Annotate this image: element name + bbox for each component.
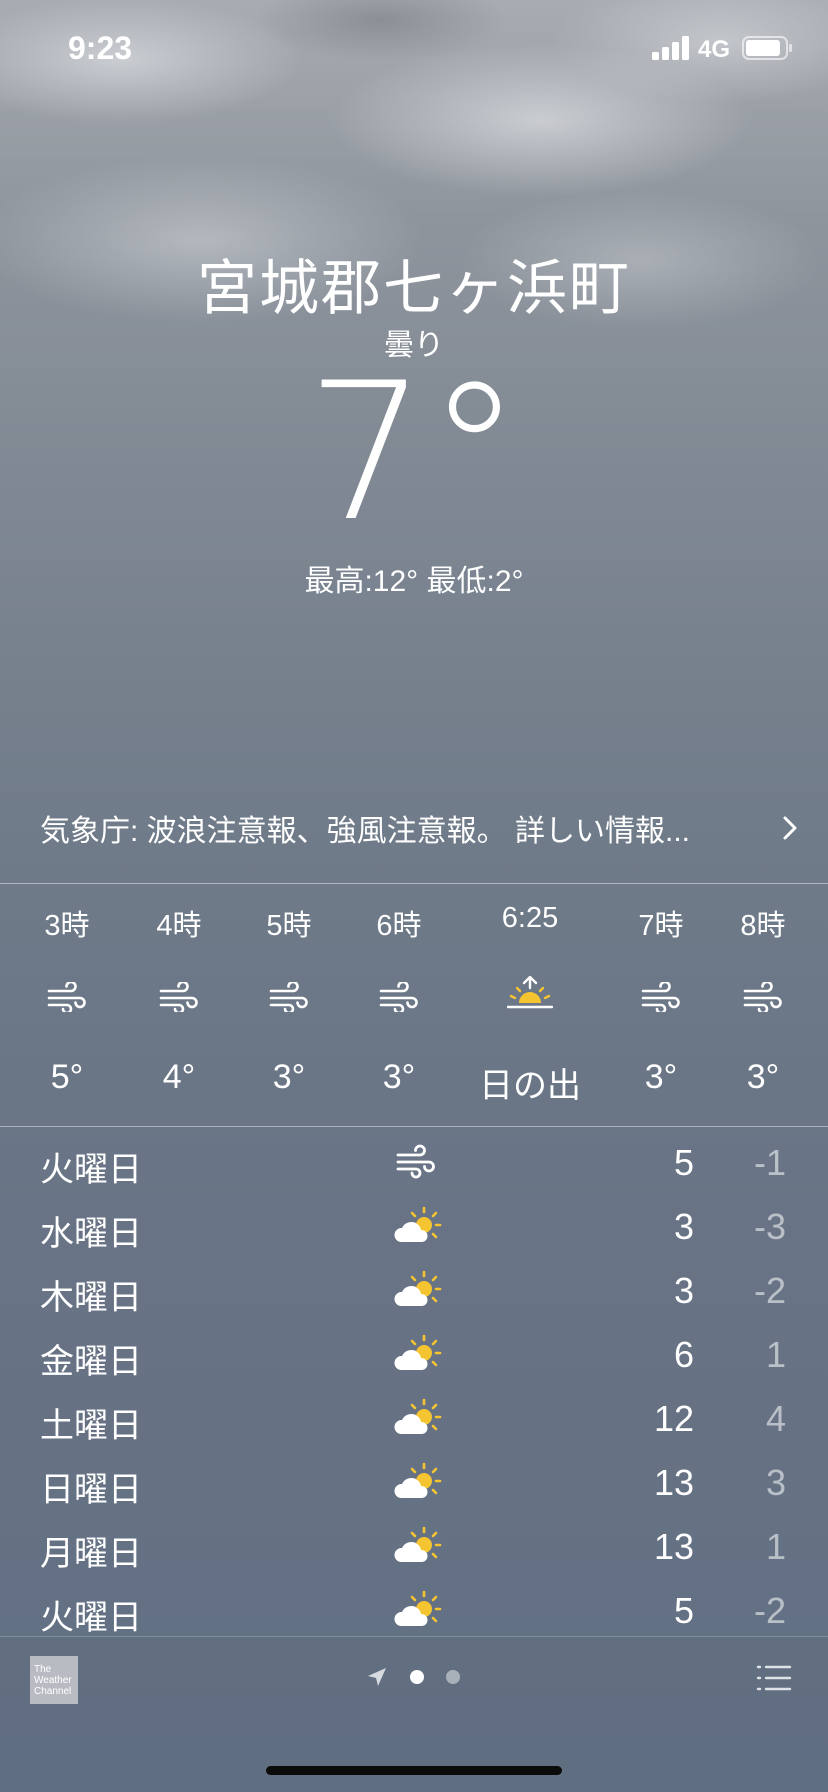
day-low: -3: [753, 1206, 786, 1247]
day-name: 土曜日: [40, 1407, 142, 1445]
day-low: 1: [765, 1526, 786, 1567]
wind-icon: [159, 982, 198, 1012]
signal-bars-icon: [652, 36, 689, 60]
daily-row: 日曜日 13 3: [0, 1452, 828, 1516]
battery-icon: [742, 36, 792, 60]
alert-text: 気象庁: 波浪注意報、強風注意報。 詳しい情報...: [40, 815, 691, 848]
partly-cloudy-icon: [394, 1590, 442, 1626]
hour-temperature: 3°: [644, 1058, 678, 1096]
hourly-item: 6:25 日の出: [460, 884, 600, 1126]
partly-cloudy-icon: [394, 1398, 442, 1434]
partly-cloudy-icon: [394, 1462, 442, 1498]
daily-row: 火曜日 5 -1: [0, 1132, 828, 1196]
daily-row: 金曜日 6 1: [0, 1324, 828, 1388]
day-name: 月曜日: [40, 1535, 142, 1573]
wind-icon: [269, 982, 308, 1012]
hourly-item: 3時 5°: [14, 884, 120, 1126]
hour-time: 6:25: [501, 902, 559, 934]
day-high: 13: [653, 1526, 694, 1567]
day-name: 木曜日: [40, 1279, 142, 1317]
day-high: 5: [673, 1142, 694, 1183]
hour-time: 3時: [44, 910, 90, 942]
wind-icon: [743, 982, 782, 1012]
day-low: 3: [765, 1462, 786, 1503]
location-name: 宮城郡七ヶ浜町: [197, 255, 631, 322]
wind-icon: [379, 982, 418, 1012]
day-high: 3: [673, 1206, 694, 1247]
hour-time: 5時: [266, 910, 312, 942]
page-dot[interactable]: [446, 1670, 460, 1684]
day-low: 1: [765, 1334, 786, 1375]
chevron-right-icon: [783, 816, 797, 840]
logo-text: Channel: [34, 1686, 72, 1697]
hour-temperature: 5°: [50, 1058, 84, 1096]
logo-text: Weather: [34, 1675, 72, 1686]
high-low-temperature: 最高:12° 最低:2°: [304, 565, 524, 598]
hour-temperature: 4°: [162, 1058, 196, 1096]
day-high: 3: [673, 1270, 694, 1311]
logo-text: The: [34, 1664, 52, 1675]
partly-cloudy-icon: [394, 1270, 442, 1306]
hour-time: 6時: [376, 910, 422, 942]
day-name: 金曜日: [40, 1343, 142, 1381]
day-high: 6: [673, 1334, 694, 1375]
hour-time: 7時: [638, 910, 684, 942]
wind-icon: [641, 982, 680, 1012]
day-high: 12: [653, 1398, 694, 1439]
day-name: 火曜日: [40, 1151, 142, 1189]
day-name: 日曜日: [40, 1471, 142, 1509]
status-bar: 9:23 4G: [0, 0, 828, 100]
list-icon[interactable]: [756, 1664, 792, 1692]
day-low: -2: [753, 1590, 786, 1631]
status-time: 9:23: [68, 30, 133, 66]
day-name: 火曜日: [40, 1599, 142, 1637]
divider: [0, 1126, 828, 1127]
sunrise-icon: [507, 976, 553, 1009]
day-low: -1: [753, 1142, 786, 1183]
day-low: -2: [753, 1270, 786, 1311]
hour-temperature: 3°: [382, 1058, 416, 1096]
partly-cloudy-icon: [394, 1526, 442, 1562]
hourly-item: 5時 3°: [236, 884, 342, 1126]
location-arrow-icon[interactable]: [366, 1666, 388, 1688]
hour-temperature: 3°: [272, 1058, 306, 1096]
wind-icon: [396, 1144, 435, 1179]
day-low: 4: [765, 1398, 786, 1439]
daily-row: 月曜日 13 1: [0, 1516, 828, 1580]
hourly-item: 8時 3°: [710, 884, 816, 1126]
partly-cloudy-icon: [394, 1206, 442, 1242]
hourly-item: 7時 3°: [608, 884, 714, 1126]
hourly-item: 6時 3°: [346, 884, 452, 1126]
wind-icon: [47, 982, 86, 1012]
home-indicator[interactable]: [266, 1766, 562, 1775]
day-high: 13: [653, 1462, 694, 1503]
day-high: 5: [673, 1590, 694, 1631]
daily-row: 土曜日 12 4: [0, 1388, 828, 1452]
daily-row: 火曜日 5 -2: [0, 1580, 828, 1644]
hourly-item: 4時 4°: [126, 884, 232, 1126]
partly-cloudy-icon: [394, 1334, 442, 1370]
hour-temperature: 日の出: [479, 1067, 581, 1105]
network-type: 4G: [698, 36, 731, 63]
daily-row: 木曜日 3 -2: [0, 1260, 828, 1324]
daily-row: 水曜日 3 -3: [0, 1196, 828, 1260]
hourly-forecast[interactable]: 3時 5° 4時 4° 5時 3° 6時 3° 6:25 日の出 7時 3° 8…: [0, 884, 828, 1126]
hour-time: 4時: [156, 910, 202, 942]
day-name: 水曜日: [40, 1215, 142, 1253]
hour-time: 8時: [740, 910, 786, 942]
hour-temperature: 3°: [746, 1058, 780, 1096]
page-dot-active[interactable]: [410, 1670, 424, 1684]
current-temperature: 7°: [306, 342, 522, 563]
weather-channel-logo[interactable]: The Weather Channel: [30, 1656, 78, 1704]
weather-alert[interactable]: 気象庁: 波浪注意報、強風注意報。 詳しい情報...: [40, 806, 800, 850]
